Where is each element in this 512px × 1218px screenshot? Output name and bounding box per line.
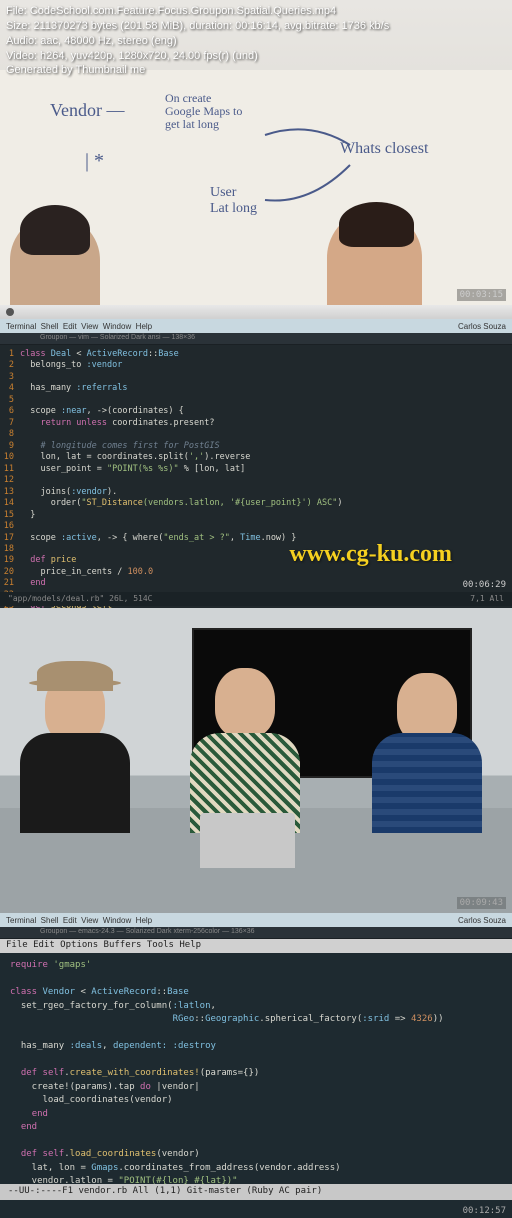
meta-generated: Generated by Thumbnail me bbox=[6, 63, 389, 78]
menubar-user: Carlos Souza bbox=[458, 322, 506, 331]
emacs-minibuffer[interactable] bbox=[0, 1200, 512, 1218]
emacs-menubar: File Edit Options Buffers Tools Help bbox=[0, 939, 512, 953]
hand-star: | * bbox=[85, 150, 104, 173]
hand-vendor: Vendor — bbox=[50, 100, 125, 121]
thumbnail-editor-emacs: Terminal Shell Edit View Window Help Car… bbox=[0, 913, 512, 1218]
mac-titlebar bbox=[0, 305, 512, 319]
person-center bbox=[190, 668, 300, 833]
mac-menubar: Terminal Shell Edit View Window Help Car… bbox=[0, 913, 512, 927]
hat-icon bbox=[37, 661, 113, 691]
person-left bbox=[20, 673, 130, 833]
meta-audio: Audio: aac, 48000 Hz, stereo (eng) bbox=[6, 34, 389, 49]
hand-oncreate: On createGoogle Maps toget lat long bbox=[165, 92, 242, 132]
timestamp: 00:09:43 bbox=[457, 897, 506, 909]
vim-status-bar: "app/models/deal.rb" 26L, 514C 7,1 All bbox=[0, 592, 512, 606]
status-file: "app/models/deal.rb" 26L, 514C bbox=[8, 594, 153, 604]
apple-icon bbox=[6, 308, 14, 316]
tab: Groupon — vim — Solarized Dark ansi — 13… bbox=[40, 334, 195, 343]
code-editor[interactable]: 1class Deal < ActiveRecord::Base 2 belon… bbox=[0, 345, 512, 608]
person-right bbox=[372, 673, 482, 833]
arrow-icon bbox=[260, 115, 355, 165]
timestamp: 00:12:57 bbox=[463, 1206, 506, 1216]
meta-size: Size: 211370273 bytes (201.58 MiB), dura… bbox=[6, 19, 389, 34]
tab: Groupon — emacs-24.3 — Solarized Dark xt… bbox=[40, 928, 255, 937]
meta-video: Video: h264, yuv420p, 1280x720, 24.00 fp… bbox=[6, 49, 389, 64]
meta-file: File: CodeSchool.com.Feature.Focus.Group… bbox=[6, 4, 389, 19]
terminal-tabs: Groupon — emacs-24.3 — Solarized Dark xt… bbox=[0, 927, 512, 939]
thumbnail-editor-vim: Terminal Shell Edit View Window Help Car… bbox=[0, 305, 512, 608]
mac-menubar: Terminal Shell Edit View Window Help Car… bbox=[0, 319, 512, 333]
menubar-items: Terminal Shell Edit View Window Help bbox=[6, 916, 152, 925]
timestamp: 00:03:15 bbox=[457, 289, 506, 301]
terminal-tabs: Groupon — vim — Solarized Dark ansi — 13… bbox=[0, 333, 512, 345]
thumbnail-office: 00:09:43 bbox=[0, 608, 512, 913]
code-editor[interactable]: require 'gmaps' class Vendor < ActiveRec… bbox=[0, 953, 512, 1218]
person-head bbox=[327, 210, 422, 305]
hand-user: UserLat long bbox=[210, 185, 257, 217]
arrow-icon bbox=[260, 160, 355, 210]
menubar-items: Terminal Shell Edit View Window Help bbox=[6, 322, 152, 331]
video-metadata: File: CodeSchool.com.Feature.Focus.Group… bbox=[6, 4, 389, 78]
person-head bbox=[10, 215, 100, 305]
menubar-user: Carlos Souza bbox=[458, 916, 506, 925]
timestamp: 00:06:29 bbox=[463, 580, 506, 590]
status-pos: 7,1 All bbox=[470, 594, 504, 604]
laptop bbox=[200, 813, 295, 868]
watermark: www.cg-ku.com bbox=[289, 541, 452, 568]
emacs-modeline: --UU-:----F1 vendor.rb All (1,1) Git-mas… bbox=[0, 1184, 512, 1200]
